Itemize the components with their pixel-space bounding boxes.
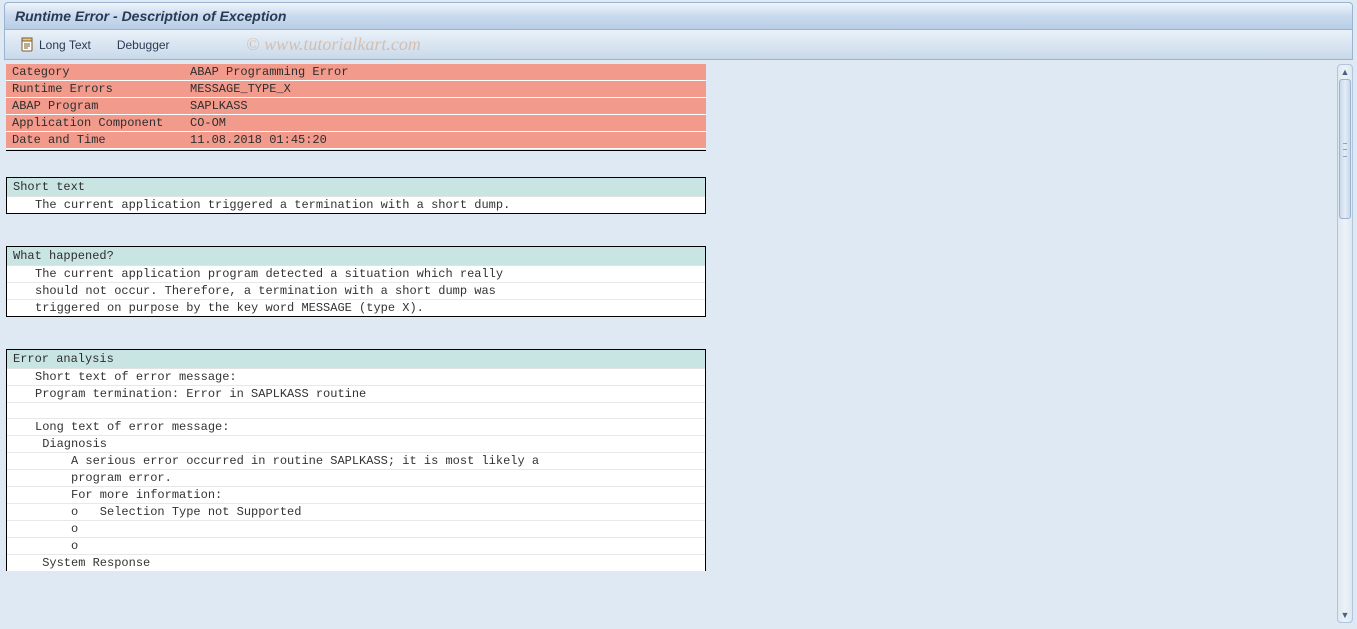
text-line: Diagnosis [7,436,705,453]
page-title: Runtime Error - Description of Exception [15,8,286,24]
text-line: Long text of error message: [7,419,705,436]
document-icon [19,37,35,53]
info-value: SAPLKASS [184,98,706,115]
text-line: program error. [7,470,705,487]
long-text-label: Long Text [39,38,91,52]
scroll-up-arrow-icon[interactable]: ▲ [1338,65,1352,79]
section-heading: What happened? [7,247,705,266]
scroll-track[interactable] [1338,79,1352,608]
text-line: The current application program detected… [7,266,705,283]
section-body: The current application triggered a term… [7,197,705,213]
error-analysis-section: Error analysis Short text of error messa… [6,349,706,571]
info-row: Category ABAP Programming Error [6,64,706,81]
text-line: o [7,521,705,538]
scroll-thumb[interactable] [1339,79,1351,219]
debugger-button[interactable]: Debugger [113,36,174,54]
info-value: CO-OM [184,115,706,132]
info-value: ABAP Programming Error [184,64,706,81]
text-line: Short text of error message: [7,369,705,386]
info-row: Runtime Errors MESSAGE_TYPE_X [6,81,706,98]
divider [6,150,706,151]
info-label: Date and Time [6,132,184,149]
text-line: For more information: [7,487,705,504]
debugger-label: Debugger [117,38,170,52]
short-text-section: Short text The current application trigg… [6,177,706,214]
text-line [7,403,705,419]
scroll-down-arrow-icon[interactable]: ▼ [1338,608,1352,622]
info-label: Runtime Errors [6,81,184,98]
text-line: Program termination: Error in SAPLKASS r… [7,386,705,403]
section-heading: Short text [7,178,705,197]
info-label: ABAP Program [6,98,184,115]
text-line: The current application triggered a term… [7,197,705,213]
text-line: should not occur. Therefore, a terminati… [7,283,705,300]
info-row: ABAP Program SAPLKASS [6,98,706,115]
info-row: Application Component CO-OM [6,115,706,132]
info-row: Date and Time 11.08.2018 01:45:20 [6,132,706,149]
text-line: o Selection Type not Supported [7,504,705,521]
toolbar: Long Text Debugger [4,30,1353,60]
info-label: Category [6,64,184,81]
section-heading: Error analysis [7,350,705,369]
text-line: triggered on purpose by the key word MES… [7,300,705,316]
vertical-scrollbar[interactable]: ▲ ▼ [1337,64,1353,623]
info-label: Application Component [6,115,184,132]
section-body: The current application program detected… [7,266,705,316]
info-table: Category ABAP Programming Error Runtime … [6,64,706,149]
title-bar: Runtime Error - Description of Exception [4,2,1353,30]
section-body: Short text of error message: Program ter… [7,369,705,571]
text-line: System Response [7,555,705,571]
long-text-button[interactable]: Long Text [15,35,95,55]
text-line: A serious error occurred in routine SAPL… [7,453,705,470]
what-happened-section: What happened? The current application p… [6,246,706,317]
info-value: 11.08.2018 01:45:20 [184,132,706,149]
text-line: o [7,538,705,555]
info-value: MESSAGE_TYPE_X [184,81,706,98]
content-area: Category ABAP Programming Error Runtime … [6,64,1335,623]
